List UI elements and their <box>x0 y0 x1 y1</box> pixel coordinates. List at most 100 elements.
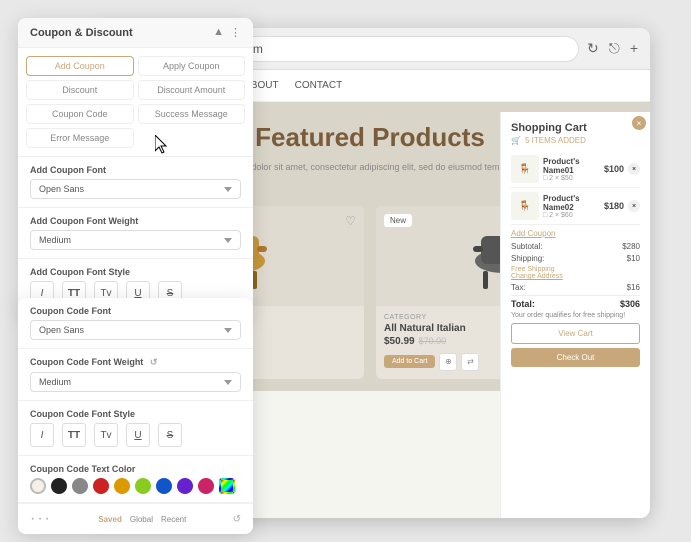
browser-actions: ↻ ⎋ + <box>587 40 638 57</box>
tab-global[interactable]: Global <box>130 515 153 524</box>
search-product-icon-2[interactable]: ⊕ <box>439 353 457 371</box>
coupon-font-section: Add Coupon Font Open Sans <box>18 157 253 208</box>
cart-subtotal-value: $280 <box>622 242 640 251</box>
swatch-6[interactable] <box>156 478 172 494</box>
code-color-label: Coupon Code Text Color <box>30 464 241 474</box>
code-style-tt-btn[interactable]: TT <box>62 423 86 447</box>
swatch-3[interactable] <box>93 478 109 494</box>
code-weight-refresh-icon[interactable]: ↺ <box>150 357 158 367</box>
cart-icon: 🛒 <box>511 136 521 145</box>
cart-tax-value: $16 <box>627 283 640 292</box>
cart-shipping-label: Shipping: <box>511 254 544 263</box>
swatch-picker[interactable] <box>219 478 235 494</box>
coupon-style-label: Add Coupon Font Style <box>30 267 241 277</box>
cart-panel: × Shopping Cart 🛒 5 ITEMS ADDED 🪑 Produc… <box>500 112 650 518</box>
cart-item-img-2: 🪑 <box>511 192 539 220</box>
cart-total-label: Total: <box>511 299 535 309</box>
cart-shipping-value: $10 <box>627 254 640 263</box>
cart-item-info-1: Product's Name01 □ 2 × $50 <box>543 157 600 182</box>
cart-tax-label: Tax: <box>511 283 526 292</box>
tab-saved[interactable]: Saved <box>98 515 122 524</box>
coupon-menu-icon[interactable]: ⋮ <box>230 26 241 39</box>
color-swatches <box>30 478 241 494</box>
cart-close-btn[interactable]: × <box>632 116 646 130</box>
new-tab-icon[interactable]: + <box>630 40 638 57</box>
code-style-tv-btn[interactable]: Tv <box>94 423 118 447</box>
swatch-0[interactable] <box>30 478 46 494</box>
code-style-label: Coupon Code Font Style <box>30 409 241 419</box>
cart-item-remove-1[interactable]: × <box>628 163 640 175</box>
code-font-label: Coupon Code Font <box>30 306 241 316</box>
coupon-tabs: Add Coupon Apply Coupon Discount Discoun… <box>18 48 253 157</box>
cart-item-name-1: Product's Name01 <box>543 157 600 175</box>
coupon-tab-apply[interactable]: Apply Coupon <box>138 56 246 76</box>
product-badge-2: New <box>384 214 412 227</box>
code-weight-section: Coupon Code Font Weight ↺ Medium <box>18 349 253 401</box>
cart-subtotal-label: Subtotal: <box>511 242 543 251</box>
cart-item-qty-1: □ 2 × $50 <box>543 175 600 182</box>
coupon-weight-section: Add Coupon Font Weight Medium <box>18 208 253 259</box>
coupon-tab-add[interactable]: Add Coupon <box>26 56 134 76</box>
cart-item-1: 🪑 Product's Name01 □ 2 × $50 $100 × <box>511 151 640 188</box>
coupon-font-select[interactable]: Open Sans <box>30 179 241 199</box>
cart-shipping-row: Shipping: $10 <box>511 254 640 263</box>
cart-qualify: Your order qualifies for free shipping! <box>511 312 640 319</box>
cart-item-price-2: $180 <box>604 201 624 211</box>
coupon-tab-discount-amount[interactable]: Discount Amount <box>138 80 246 100</box>
coupon-code-panel: Coupon Code Font Open Sans Coupon Code F… <box>18 298 253 534</box>
coupon-header-icons: ▲ ⋮ <box>213 26 241 39</box>
change-address-link[interactable]: Change Address <box>511 273 563 280</box>
cart-subtotal-row: Subtotal: $280 <box>511 242 640 251</box>
code-style-strikethrough-btn[interactable]: S <box>158 423 182 447</box>
code-style-underline-btn[interactable]: U <box>126 423 150 447</box>
bottom-bar-dots[interactable]: ··· <box>30 510 52 528</box>
code-style-italic-btn[interactable]: I <box>30 423 54 447</box>
view-cart-btn[interactable]: View Cart <box>511 323 640 344</box>
code-font-select[interactable]: Open Sans <box>30 320 241 340</box>
tab-recent[interactable]: Recent <box>161 515 186 524</box>
cart-item-info-2: Product's Name02 □ 2 × $60 <box>543 194 600 219</box>
cart-item-2: 🪑 Product's Name02 □ 2 × $60 $180 × <box>511 188 640 225</box>
swatch-2[interactable] <box>72 478 88 494</box>
cart-tax-row: Tax: $16 <box>511 283 640 292</box>
price-old-2: $70.00 <box>419 336 447 346</box>
coupon-tab-success[interactable]: Success Message <box>138 104 246 124</box>
coupon-panel-header: Coupon & Discount ▲ ⋮ <box>18 18 253 48</box>
coupon-tab-discount[interactable]: Discount <box>26 80 134 100</box>
refresh-icon[interactable]: ↻ <box>587 40 599 57</box>
cart-add-coupon[interactable]: Add Coupon <box>511 229 640 238</box>
swatch-1[interactable] <box>51 478 67 494</box>
reset-icon[interactable]: ↺ <box>233 514 241 525</box>
swatch-5[interactable] <box>135 478 151 494</box>
coupon-weight-select[interactable]: Medium <box>30 230 241 250</box>
cart-title: Shopping Cart <box>511 122 640 134</box>
coupon-tab-error[interactable]: Error Message <box>26 128 134 148</box>
code-color-section: Coupon Code Text Color <box>18 456 253 503</box>
swatch-8[interactable] <box>198 478 214 494</box>
code-style-section: Coupon Code Font Style I TT Tv U S <box>18 401 253 456</box>
cart-item-img-1: 🪑 <box>511 155 539 183</box>
nav-contact[interactable]: CONTACT <box>295 80 343 91</box>
compare-icon-2[interactable]: ⇄ <box>461 353 479 371</box>
code-style-buttons: I TT Tv U S <box>30 423 241 447</box>
swatch-7[interactable] <box>177 478 193 494</box>
cart-item-price-1: $100 <box>604 164 624 174</box>
coupon-tab-coupon-code[interactable]: Coupon Code <box>26 104 134 124</box>
coupon-font-label: Add Coupon Font <box>30 165 241 175</box>
price-current-2: $50.99 <box>384 336 415 347</box>
code-weight-label: Coupon Code Font Weight ↺ <box>30 357 241 368</box>
cart-item-remove-2[interactable]: × <box>628 200 640 212</box>
swatch-4[interactable] <box>114 478 130 494</box>
share-icon[interactable]: ⎋ <box>609 40 620 57</box>
code-font-section: Coupon Code Font Open Sans <box>18 298 253 349</box>
coupon-collapse-icon[interactable]: ▲ <box>213 26 224 39</box>
wishlist-icon-1[interactable]: ♡ <box>345 214 356 228</box>
checkout-btn[interactable]: Check Out <box>511 348 640 367</box>
cart-count: 🛒 5 ITEMS ADDED <box>511 136 640 145</box>
coupon-weight-label: Add Coupon Font Weight <box>30 216 241 226</box>
add-to-cart-btn-2[interactable]: Add to Cart <box>384 355 435 368</box>
cart-item-name-2: Product's Name02 <box>543 194 600 212</box>
code-weight-select[interactable]: Medium <box>30 372 241 392</box>
cart-total-value: $306 <box>620 299 640 309</box>
bottom-bar-tabs: Saved Global Recent <box>98 515 186 524</box>
